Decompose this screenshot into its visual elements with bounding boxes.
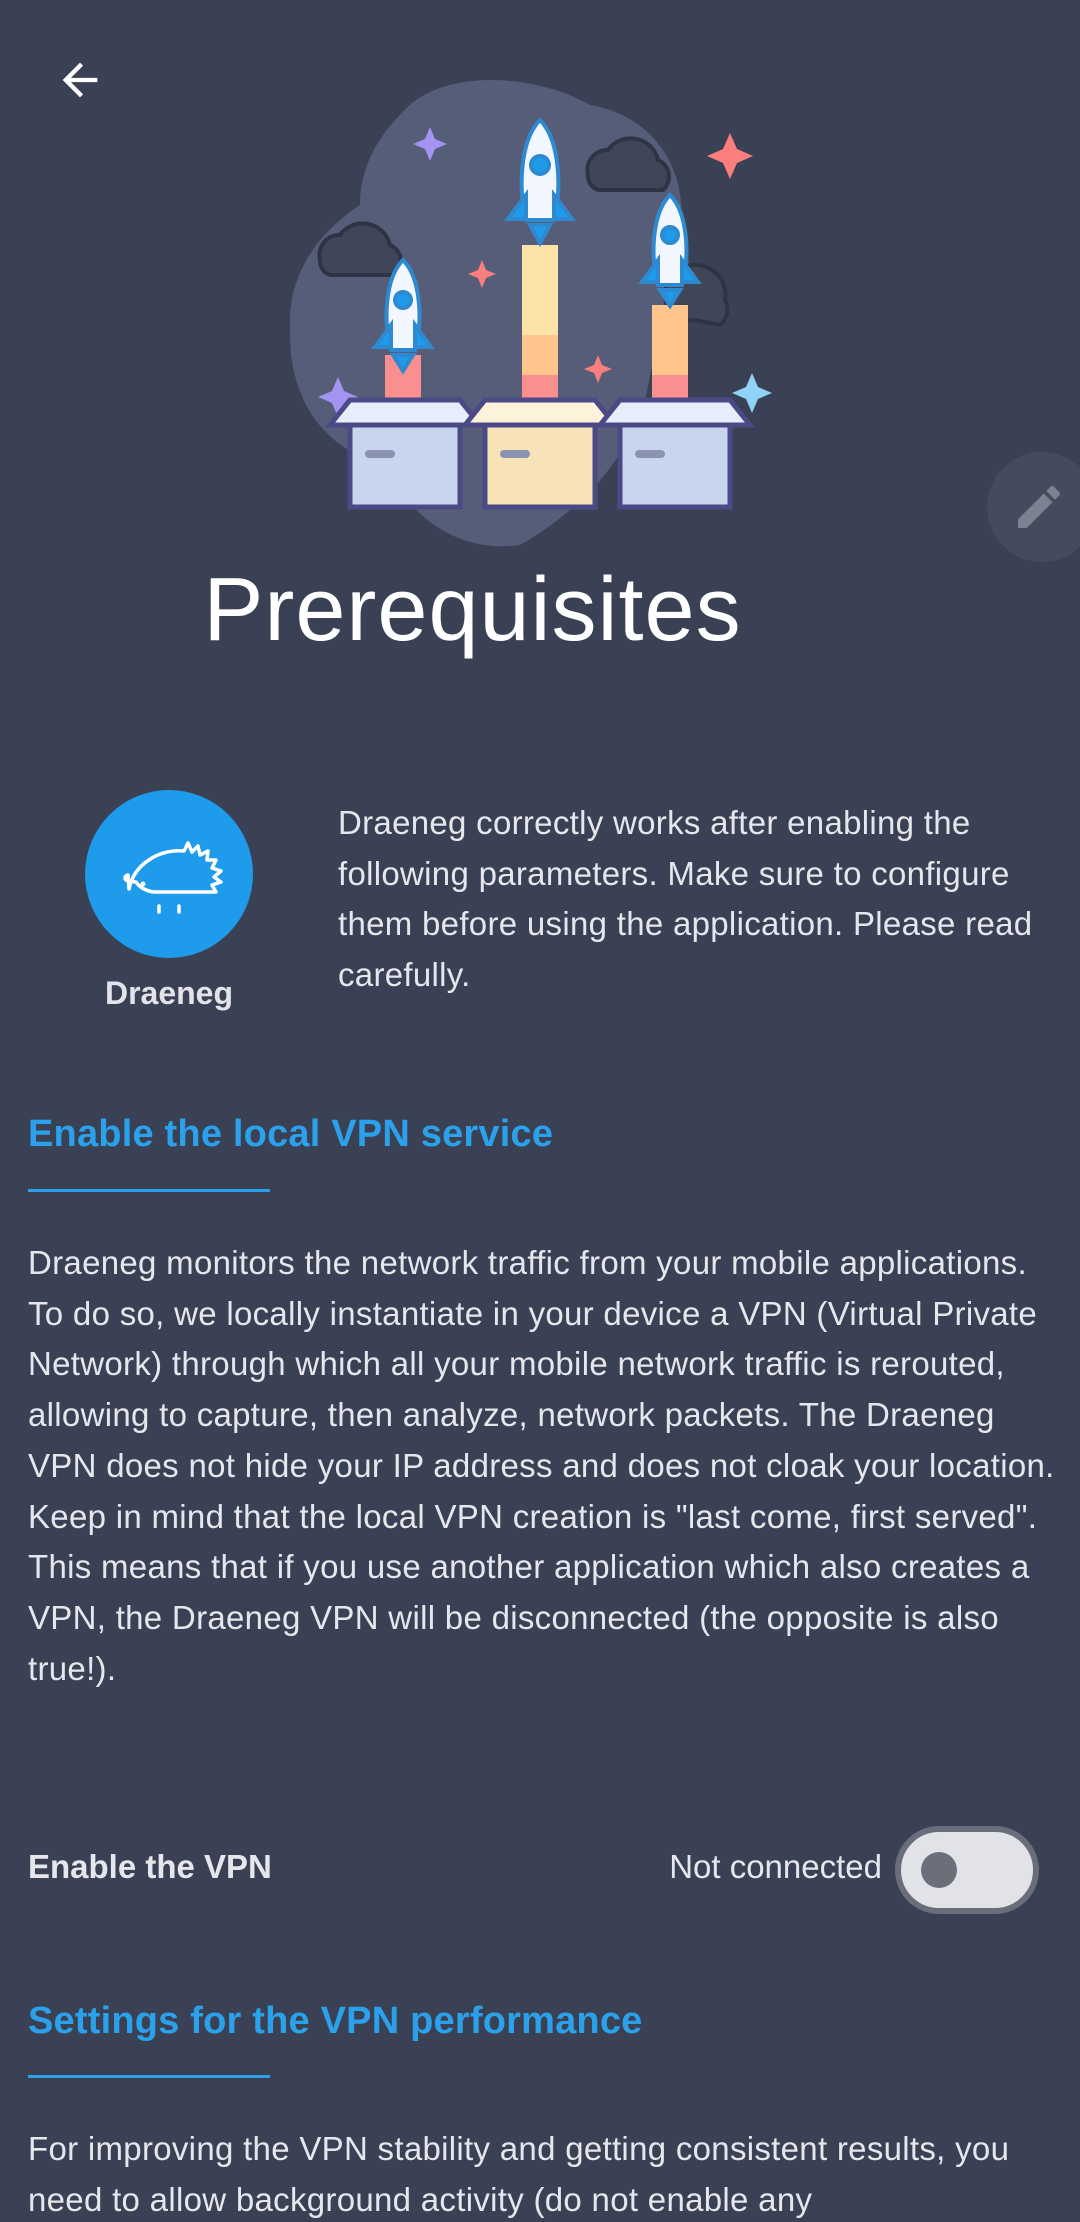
edit-button[interactable]: [987, 452, 1080, 562]
paragraph: Keep in mind that the local VPN creation…: [28, 1497, 1038, 1687]
enable-vpn-toggle[interactable]: [895, 1826, 1039, 1914]
section-underline: [28, 1189, 270, 1192]
enable-vpn-label: Enable the VPN: [28, 1848, 272, 1885]
paragraph: For improving the VPN stability and gett…: [28, 2130, 1010, 2218]
paragraph: Draeneg monitors the network traffic fro…: [28, 1244, 1055, 1484]
back-button[interactable]: [40, 40, 120, 120]
prerequisites-screen: Prerequisites Draeneg Draeneg correctly …: [0, 0, 1080, 2222]
app-logo: [85, 790, 253, 958]
arrow-left-icon: [62, 62, 98, 98]
section-title-vpn-service: Enable the local VPN service: [28, 1113, 554, 1155]
hedgehog-icon: [123, 841, 223, 914]
vpn-description: Draeneg monitors the network traffic fro…: [28, 1238, 1058, 1694]
rockets-illustration: [290, 80, 772, 547]
section-underline: [28, 2075, 270, 2078]
toggle-knob: [921, 1852, 957, 1888]
section-title-vpn-performance: Settings for the VPN performance: [28, 2000, 643, 2042]
vpn-status-text: Not connected: [669, 1848, 882, 1885]
app-name: Draeneg: [104, 975, 234, 1011]
performance-description: For improving the VPN stability and gett…: [28, 2124, 1058, 2222]
intro-text: Draeneg correctly works after enabling t…: [338, 804, 1033, 993]
pencil-icon: [1018, 485, 1061, 528]
page-title: Prerequisites: [203, 560, 742, 660]
